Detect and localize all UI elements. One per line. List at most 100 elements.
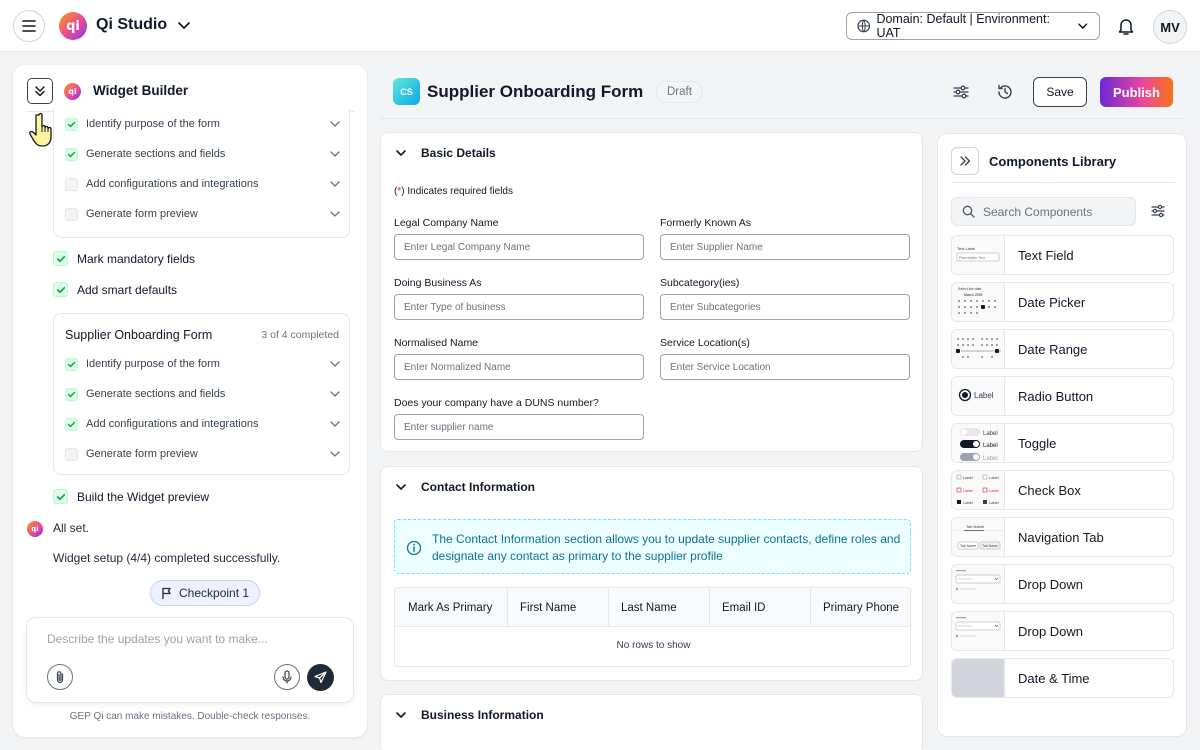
section-header[interactable]: Basic Details [395,146,496,160]
component-text-field[interactable]: Text Label Placeholder Text Text Field [951,235,1174,275]
thumb-month: March 2025 [964,293,983,297]
radio-button-thumbnail: Label [952,377,1005,415]
duns-number-input[interactable]: Enter supplier name [394,414,644,440]
thumb-label: Label [963,488,973,493]
section-header[interactable]: Contact Information [395,480,535,494]
step-row[interactable]: Generate sections and fields [65,144,341,164]
column-header[interactable]: Email ID [722,588,765,627]
menu-icon[interactable] [13,10,45,42]
component-toggle[interactable]: Label Label Label Toggle [951,423,1174,463]
checkbox-unchecked[interactable] [65,207,78,221]
step-row[interactable]: Generate form preview [65,204,341,224]
checkbox-checked[interactable] [65,147,78,161]
build-preview-label: Build the Widget preview [77,489,210,504]
checkbox-unchecked[interactable] [65,177,78,191]
normalised-name-input[interactable]: Enter Normalized Name [394,354,644,380]
filter-icon[interactable] [1150,203,1166,219]
chevron-down-icon[interactable] [329,208,341,220]
thumb-text-label: Text Label [957,246,975,251]
checkbox-checked[interactable] [65,117,78,131]
collapse-panel-button[interactable] [27,78,53,104]
drop-down-thumbnail [952,612,1005,650]
send-button[interactable] [307,664,334,691]
component-navigation-tab[interactable]: Tab Name Tab Name Tab Name Navigation Tab [951,517,1174,557]
checkbox-checked[interactable] [53,282,68,297]
checkbox-unchecked[interactable] [65,447,78,461]
required-note-text: Indicates required fields [407,186,513,197]
qi-logo-small: qi [64,83,81,100]
smart-defaults-line: Add smart defaults [53,282,177,297]
checkbox-checked[interactable] [65,417,78,431]
column-header[interactable]: Primary Phone [823,588,899,627]
section-title: Business Information [421,708,544,722]
column-header[interactable]: Last Name [621,588,677,627]
service-location-input[interactable]: Enter Service Location [660,354,910,380]
expand-panel-button[interactable] [951,147,979,175]
thumb-label: Label [963,475,973,480]
chevron-down-icon[interactable] [329,178,341,190]
column-header[interactable]: Mark As Primary [408,588,492,627]
mark-mandatory-label: Mark mandatory fields [77,251,196,266]
chat-input[interactable]: Describe the updates you want to make... [26,617,354,703]
step-row[interactable]: Generate sections and fields [65,384,341,404]
doing-business-as-input[interactable]: Enter Type of business [394,294,644,320]
chevron-down-icon [396,712,406,719]
step-row[interactable]: Identify purpose of the form [65,354,341,374]
panel-title: Widget Builder [93,83,189,98]
text-field-thumbnail: Text Label Placeholder Text [952,236,1005,274]
component-drop-down[interactable]: Drop Down [951,564,1174,604]
checkbox-checked[interactable] [53,251,68,266]
section-header[interactable]: Business Information [395,708,544,722]
attach-button[interactable] [47,664,73,690]
microphone-button[interactable] [274,664,300,690]
bell-icon[interactable] [1117,16,1135,36]
info-banner-text: The Contact Information section allows y… [432,532,901,563]
step-row[interactable]: Add configurations and integrations [65,414,341,434]
date-picker-thumbnail: Select the date March 2025 [952,283,1005,321]
step-label: Generate sections and fields [86,388,226,400]
legal-company-name-input[interactable]: Enter Legal Company Name [394,234,644,260]
step-row[interactable]: Generate form preview [65,444,341,464]
qi-assistant-avatar: qi [27,521,43,537]
info-banner: The Contact Information section allows y… [394,519,911,574]
component-drop-down[interactable]: Drop Down [951,611,1174,651]
chevron-down-icon[interactable] [329,358,341,370]
component-date-picker[interactable]: Select the date March 2025 Date Picker [951,282,1174,322]
chevron-down-icon[interactable] [329,118,341,130]
component-radio-button[interactable]: Label Radio Button [951,376,1174,416]
paperclip-icon [56,671,64,684]
drop-down-thumbnail [952,565,1005,603]
checkbox-checked[interactable] [65,387,78,401]
step-row[interactable]: Identify purpose of the form [65,114,341,134]
component-search-input[interactable]: Search Components [951,197,1136,226]
component-date-time[interactable]: Date & Time [951,658,1174,698]
step-label: Generate form preview [86,448,198,460]
chevron-down-icon[interactable] [329,388,341,400]
history-icon[interactable] [996,83,1014,101]
checkbox-checked[interactable] [53,489,68,504]
chevron-down-icon[interactable] [329,148,341,160]
subcategories-input[interactable]: Enter Subcategories [660,294,910,320]
date-range-thumbnail [952,330,1005,368]
chevron-down-icon[interactable] [329,418,341,430]
formerly-known-as-input[interactable]: Enter Supplier Name [660,234,910,260]
checkpoint-chip[interactable]: Checkpoint 1 [150,580,261,606]
all-set-message: All set. [53,521,90,535]
component-label: Drop Down [1018,577,1084,592]
chevron-down-icon[interactable] [329,448,341,460]
field-label: Legal Company Name [394,217,499,229]
domain-environment-select[interactable]: Domain: Default | Environment: UAT [846,12,1100,40]
save-button[interactable]: Save [1033,77,1087,107]
component-check-box[interactable]: Label Label Label Label Label Label Check Box [951,470,1174,510]
app-switcher-chevron-icon[interactable] [175,16,193,34]
column-header[interactable]: First Name [520,588,576,627]
step-row[interactable]: Add configurations and integrations [65,174,341,194]
checkbox-checked[interactable] [65,357,78,371]
thumb-tab-name: Tab Name [966,524,985,529]
avatar[interactable]: MV [1153,10,1187,44]
publish-button[interactable]: Publish [1100,77,1173,107]
component-date-range[interactable]: Date Range [951,329,1174,369]
empty-table-message: No rows to show [616,640,691,651]
component-label: Drop Down [1018,624,1084,639]
settings-sliders-icon[interactable] [952,83,970,101]
